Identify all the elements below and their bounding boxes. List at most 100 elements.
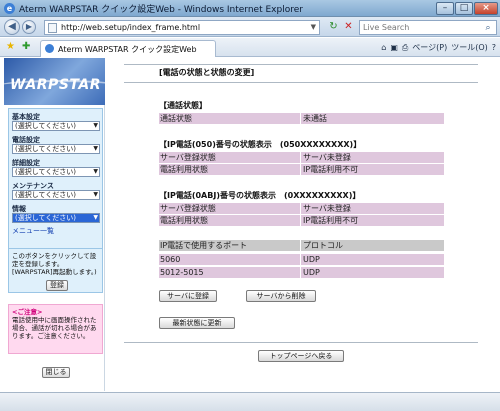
cell-divider [300,254,301,265]
chevron-down-icon: ▼ [93,122,98,129]
close-window-button[interactable]: × [474,2,498,15]
table-row: サーバ登録状態 サーバ未登録 [159,152,444,163]
ip0abj-section-title: 【IP電話(0ABJ)番号の状態表示 (0XXXXXXXXX)】 [159,191,361,200]
menu-select-basic[interactable]: (選択してください) ▼ [12,121,100,131]
page-menu[interactable]: ページ(P) [412,42,447,53]
cell-divider [300,164,301,175]
forward-button[interactable]: ▶ [22,20,36,34]
menu-select-maintenance-value: (選択してください) [15,191,77,199]
sidebar: WARPSTAR 基本設定 (選択してください) ▼ 電話設定 (選択してください… [4,58,105,391]
page-title: [電話の状態と状態の変更] [159,68,255,77]
call-status-value: 未通話 [303,114,327,123]
refresh-icon[interactable]: ↻ [327,20,340,34]
menu-select-phone[interactable]: (選択してください) ▼ [12,144,100,154]
chevron-down-icon: ▼ [93,191,98,198]
navigation-bar: ◀ ▶ http://web.setup/index_frame.html ▼ … [0,17,500,37]
table-row: 5012-5015 UDP [159,267,444,278]
cell-divider [300,152,301,163]
ip050-server-label: サーバ登録状態 [160,153,216,162]
minimize-button[interactable]: – [436,2,454,15]
close-button[interactable]: 閉じる [42,367,70,378]
favorites-star-icon[interactable]: ★ [6,41,15,53]
feeds-icon[interactable]: ▣ [390,43,398,52]
logo-text: WARPSTAR [10,77,101,93]
cell-divider [300,113,301,124]
divider [124,342,478,343]
server-delete-button[interactable]: サーバから削除 [246,290,316,302]
port-header: IP電話で使用するポート [160,241,248,250]
menu-select-basic-value: (選択してください) [15,122,77,130]
search-box[interactable]: Live Search ⌕ [359,20,497,35]
menu-select-advanced[interactable]: (選択してください) ▼ [12,167,100,177]
window-title: Aterm WARPSTAR クイック設定Web - Windows Inter… [19,5,303,15]
back-to-top-button[interactable]: トップページへ戻る [258,350,344,362]
stop-icon[interactable]: ✕ [342,20,355,34]
address-bar[interactable]: http://web.setup/index_frame.html ▼ [44,20,320,35]
chevron-down-icon: ▼ [93,168,98,175]
ie-logo-icon: e [4,3,15,14]
tools-menu[interactable]: ツール(O) [451,42,488,53]
ip0abj-usage-label: 電話利用状態 [160,216,208,225]
address-url[interactable]: http://web.setup/index_frame.html [61,23,200,32]
divider [124,82,478,83]
register-button[interactable]: 登録 [46,280,68,291]
register-notice-text: このボタンをクリックして設定を登録します。[WARPSTAR]再起動します。) [12,252,97,276]
server-register-button[interactable]: サーバに登録 [159,290,217,302]
search-icon[interactable]: ⌕ [482,22,494,34]
ip050-usage-value: IP電話利用不可 [303,165,359,174]
tab-bar: ★ ✚ Aterm WARPSTAR クイック設定Web ⌂ ▣ ⎙ ページ(P… [0,38,500,57]
menu-select-info[interactable]: (選択してください) ▼ [12,213,100,223]
search-placeholder[interactable]: Live Search [363,23,409,32]
status-bar [0,392,500,411]
ip0abj-usage-value: IP電話利用不可 [303,216,359,225]
protocol-value: UDP [303,255,320,264]
ip050-section-title: 【IP電話(050)番号の状態表示 (050XXXXXXXX)】 [159,140,362,149]
chevron-down-icon[interactable]: ▼ [311,23,316,31]
divider [124,64,478,65]
protocol-header: プロトコル [303,241,343,250]
table-row: 通話状態 未通話 [159,113,444,124]
protocol-value: UDP [303,268,320,277]
home-icon[interactable]: ⌂ [381,43,386,52]
chevron-down-icon: ▼ [93,214,98,221]
call-status-title: 【通話状態】 [159,101,207,110]
help-icon[interactable]: ? [492,43,496,52]
menu-select-info-value: (選択してください) [15,214,77,222]
refresh-status-button[interactable]: 最新状態に更新 [159,317,235,329]
caution-title: <ご注意> [12,308,43,316]
caution-box: <ご注意> 電話使用中に画面操作された場合、通話が切れる場合があります。ご注意く… [8,304,103,354]
port-value: 5012-5015 [160,268,204,277]
page-icon [48,23,57,33]
maximize-button[interactable]: □ [455,2,473,15]
call-status-label: 通話状態 [160,114,192,123]
window-titlebar: e Aterm WARPSTAR クイック設定Web - Windows Int… [0,0,500,17]
main-content: [電話の状態と状態の変更] 【通話状態】 通話状態 未通話 【IP電話(050)… [106,58,495,391]
cell-divider [300,267,301,278]
menu-list-link[interactable]: メニュー一覧 [12,226,54,236]
cell-divider [300,240,301,251]
chevron-down-icon: ▼ [93,145,98,152]
menu-select-advanced-value: (選択してください) [15,168,77,176]
menu-select-maintenance[interactable]: (選択してください) ▼ [12,190,100,200]
table-row: 5060 UDP [159,254,444,265]
add-favorites-icon[interactable]: ✚ [22,41,30,53]
table-row: サーバ登録状態 サーバ未登録 [159,203,444,214]
tab-label: Aterm WARPSTAR クイック設定Web [58,45,197,54]
command-bar: ⌂ ▣ ⎙ ページ(P) ツール(O) ? [377,42,496,53]
caution-text: 電話使用中に画面操作された場合、通話が切れる場合があります。ご注意ください。 [12,316,97,340]
ip050-usage-label: 電話利用状態 [160,165,208,174]
tab-favicon-icon [45,44,54,53]
ip050-server-value: サーバ未登録 [303,153,351,162]
menu-select-phone-value: (選択してください) [15,145,77,153]
port-value: 5060 [160,255,181,264]
port-table-header: IP電話で使用するポート プロトコル [159,240,444,251]
ip0abj-server-value: サーバ未登録 [303,204,351,213]
print-icon[interactable]: ⎙ [402,43,408,53]
table-row: 電話利用状態 IP電話利用不可 [159,164,444,175]
window-controls: – □ × [435,2,498,15]
tab-current[interactable]: Aterm WARPSTAR クイック設定Web [40,40,216,57]
table-row: 電話利用状態 IP電話利用不可 [159,215,444,226]
back-button[interactable]: ◀ [4,19,20,35]
ip0abj-server-label: サーバ登録状態 [160,204,216,213]
cell-divider [300,215,301,226]
